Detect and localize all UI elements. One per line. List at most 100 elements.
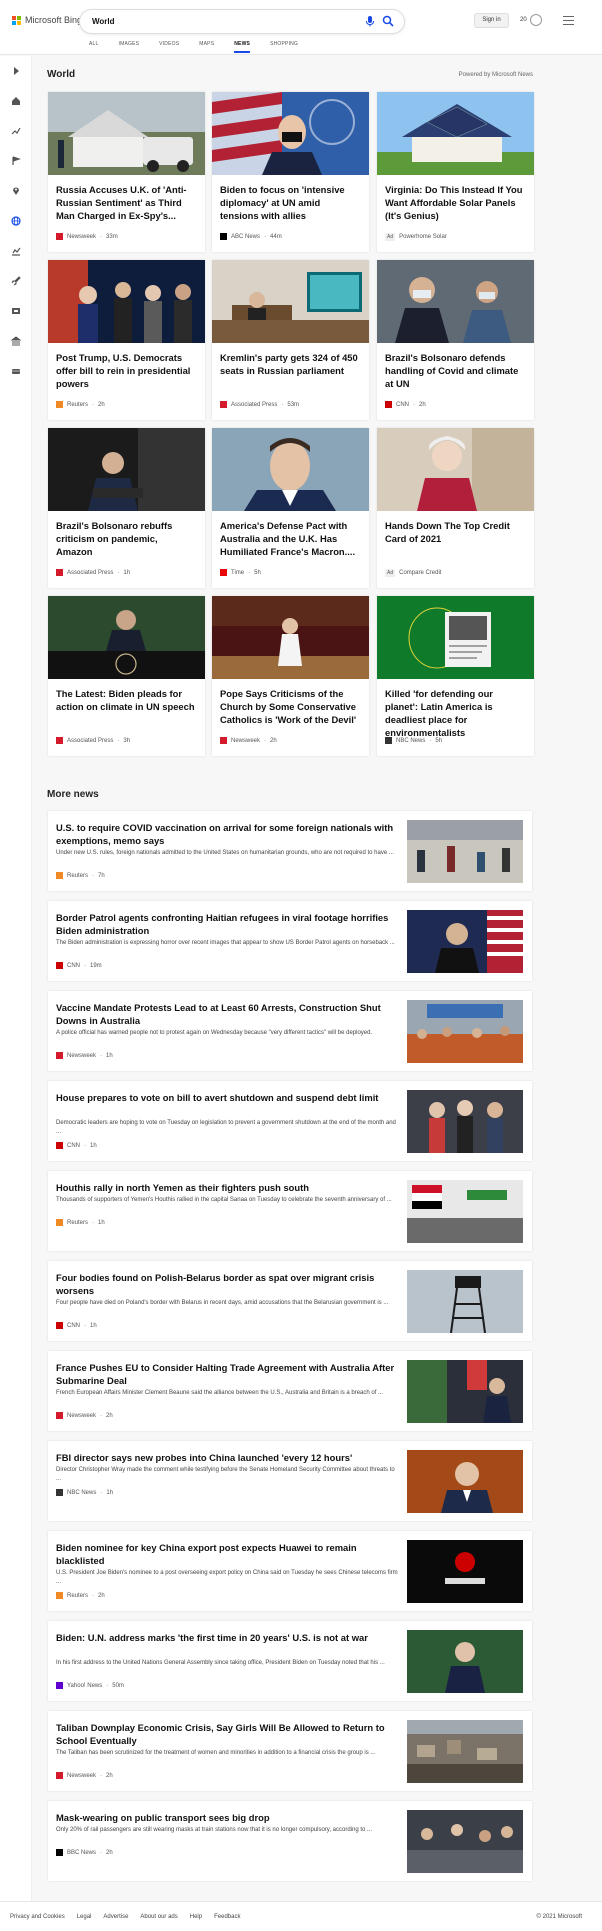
home-icon[interactable] (11, 96, 21, 106)
news-headline[interactable]: U.S. to require COVID vaccination on arr… (56, 821, 401, 847)
news-card[interactable]: Brazil's Bolsonaro rebuffs criticism on … (48, 428, 205, 588)
card-thumbnail[interactable] (377, 428, 534, 511)
news-list-item[interactable]: U.S. to require COVID vaccination on arr… (48, 811, 532, 891)
news-list-item[interactable]: France Pushes EU to Consider Halting Tra… (48, 1351, 532, 1431)
card-headline[interactable]: America's Defense Pact with Australia an… (220, 519, 360, 558)
news-list-item[interactable]: Biden: U.N. address marks 'the first tim… (48, 1621, 532, 1701)
card-headline[interactable]: Post Trump, U.S. Democrats offer bill to… (56, 351, 196, 390)
news-thumbnail[interactable] (407, 1360, 523, 1423)
news-thumbnail[interactable] (407, 820, 523, 883)
news-headline[interactable]: Mask-wearing on public transport sees bi… (56, 1811, 401, 1824)
footer-link-help[interactable]: Help (190, 1914, 202, 1920)
tab-shopping[interactable]: SHOPPING (270, 41, 298, 53)
card-thumbnail[interactable] (212, 260, 369, 343)
card-headline[interactable]: Biden to focus on 'intensive diplomacy' … (220, 183, 360, 222)
news-list-item[interactable]: Taliban Downplay Economic Crisis, Say Gi… (48, 1711, 532, 1791)
politics-building-icon[interactable] (11, 336, 21, 346)
entertainment-icon[interactable] (11, 306, 21, 316)
globe-icon[interactable] (11, 216, 21, 226)
news-card[interactable]: America's Defense Pact with Australia an… (212, 428, 369, 588)
news-thumbnail[interactable] (407, 1180, 523, 1243)
news-thumbnail[interactable] (407, 1720, 523, 1783)
news-thumbnail[interactable] (407, 910, 523, 973)
card-thumbnail[interactable] (48, 428, 205, 511)
tab-images[interactable]: IMAGES (119, 41, 140, 53)
footer-link-feedback[interactable]: Feedback (214, 1914, 240, 1920)
news-headline[interactable]: FBI director says new probes into China … (56, 1451, 401, 1464)
news-card[interactable]: Killed 'for defending our planet': Latin… (377, 596, 534, 756)
card-headline[interactable]: Russia Accuses U.K. of 'Anti-Russian Sen… (56, 183, 196, 222)
footer-link-about-ads[interactable]: About our ads (140, 1914, 177, 1920)
news-headline[interactable]: Taliban Downplay Economic Crisis, Say Gi… (56, 1721, 401, 1747)
card-headline[interactable]: Brazil's Bolsonaro rebuffs criticism on … (56, 519, 196, 558)
news-list-item[interactable]: FBI director says new probes into China … (48, 1441, 532, 1521)
news-headline[interactable]: House prepares to vote on bill to avert … (56, 1091, 401, 1104)
search-input[interactable] (92, 14, 332, 29)
card-headline[interactable]: Killed 'for defending our planet': Latin… (385, 687, 525, 739)
news-thumbnail[interactable] (407, 1630, 523, 1693)
news-card[interactable]: Hands Down The Top Credit Card of 2021 Ad… (377, 428, 534, 588)
expand-arrow-icon[interactable] (11, 66, 21, 76)
tab-maps[interactable]: MAPS (199, 41, 214, 53)
news-thumbnail[interactable] (407, 1000, 523, 1063)
card-thumbnail[interactable] (48, 92, 205, 175)
news-list-item[interactable]: House prepares to vote on bill to avert … (48, 1081, 532, 1161)
news-thumbnail[interactable] (407, 1810, 523, 1873)
card-thumbnail[interactable] (48, 260, 205, 343)
tab-all[interactable]: ALL (89, 41, 99, 53)
news-thumbnail[interactable] (407, 1540, 523, 1603)
news-card[interactable]: Russia Accuses U.K. of 'Anti-Russian Sen… (48, 92, 205, 252)
sign-in-button[interactable]: Sign in (474, 13, 509, 28)
flag-icon[interactable] (11, 156, 21, 166)
news-card[interactable]: Biden to focus on 'intensive diplomacy' … (212, 92, 369, 252)
tab-news[interactable]: NEWS (234, 41, 251, 53)
card-thumbnail[interactable] (212, 596, 369, 679)
news-list-item[interactable]: Border Patrol agents confronting Haitian… (48, 901, 532, 981)
location-pin-icon[interactable] (11, 186, 21, 196)
news-list-item[interactable]: Houthis rally in north Yemen as their fi… (48, 1171, 532, 1251)
footer-link-legal[interactable]: Legal (77, 1914, 92, 1920)
news-list-item[interactable]: Mask-wearing on public transport sees bi… (48, 1801, 532, 1881)
card-thumbnail[interactable] (212, 92, 369, 175)
news-card[interactable]: Virginia: Do This Instead If You Want Af… (377, 92, 534, 252)
card-thumbnail[interactable] (377, 92, 534, 175)
news-headline[interactable]: Biden: U.N. address marks 'the first tim… (56, 1631, 401, 1644)
news-card[interactable]: Kremlin's party gets 324 of 450 seats in… (212, 260, 369, 420)
card-thumbnail[interactable] (212, 428, 369, 511)
card-thumbnail[interactable] (48, 596, 205, 679)
search-icon[interactable] (382, 15, 394, 27)
sports-icon[interactable] (11, 366, 21, 376)
news-headline[interactable]: Four bodies found on Polish-Belarus bord… (56, 1271, 401, 1297)
rocket-icon[interactable] (11, 276, 21, 286)
news-card[interactable]: Post Trump, U.S. Democrats offer bill to… (48, 260, 205, 420)
business-chart-icon[interactable] (11, 246, 21, 256)
microphone-icon[interactable] (364, 15, 376, 27)
news-headline[interactable]: Houthis rally in north Yemen as their fi… (56, 1181, 401, 1194)
news-thumbnail[interactable] (407, 1090, 523, 1153)
card-thumbnail[interactable] (377, 260, 534, 343)
footer-link-privacy[interactable]: Privacy and Cookies (10, 1914, 65, 1920)
news-card[interactable]: Brazil's Bolsonaro defends handling of C… (377, 260, 534, 420)
news-list-item[interactable]: Four bodies found on Polish-Belarus bord… (48, 1261, 532, 1341)
news-headline[interactable]: Biden nominee for key China export post … (56, 1541, 401, 1567)
card-headline[interactable]: Kremlin's party gets 324 of 450 seats in… (220, 351, 360, 377)
tab-videos[interactable]: VIDEOS (159, 41, 179, 53)
trending-icon[interactable] (11, 126, 21, 136)
news-list-item[interactable]: Vaccine Mandate Protests Lead to at Leas… (48, 991, 532, 1071)
footer-link-advertise[interactable]: Advertise (103, 1914, 128, 1920)
news-headline[interactable]: Vaccine Mandate Protests Lead to at Leas… (56, 1001, 401, 1027)
news-headline[interactable]: Border Patrol agents confronting Haitian… (56, 911, 401, 937)
bing-logo[interactable]: Microsoft Bing (12, 15, 82, 25)
card-thumbnail[interactable] (377, 596, 534, 679)
rewards-button[interactable]: 20 (520, 14, 542, 26)
card-headline[interactable]: Pope Says Criticisms of the Church by So… (220, 687, 360, 726)
card-headline[interactable]: Brazil's Bolsonaro defends handling of C… (385, 351, 525, 390)
news-list-item[interactable]: Biden nominee for key China export post … (48, 1531, 532, 1611)
card-headline[interactable]: The Latest: Biden pleads for action on c… (56, 687, 196, 713)
news-card[interactable]: Pope Says Criticisms of the Church by So… (212, 596, 369, 756)
news-thumbnail[interactable] (407, 1270, 523, 1333)
news-card[interactable]: The Latest: Biden pleads for action on c… (48, 596, 205, 756)
card-headline[interactable]: Hands Down The Top Credit Card of 2021 (385, 519, 525, 545)
news-thumbnail[interactable] (407, 1450, 523, 1513)
card-headline[interactable]: Virginia: Do This Instead If You Want Af… (385, 183, 525, 222)
